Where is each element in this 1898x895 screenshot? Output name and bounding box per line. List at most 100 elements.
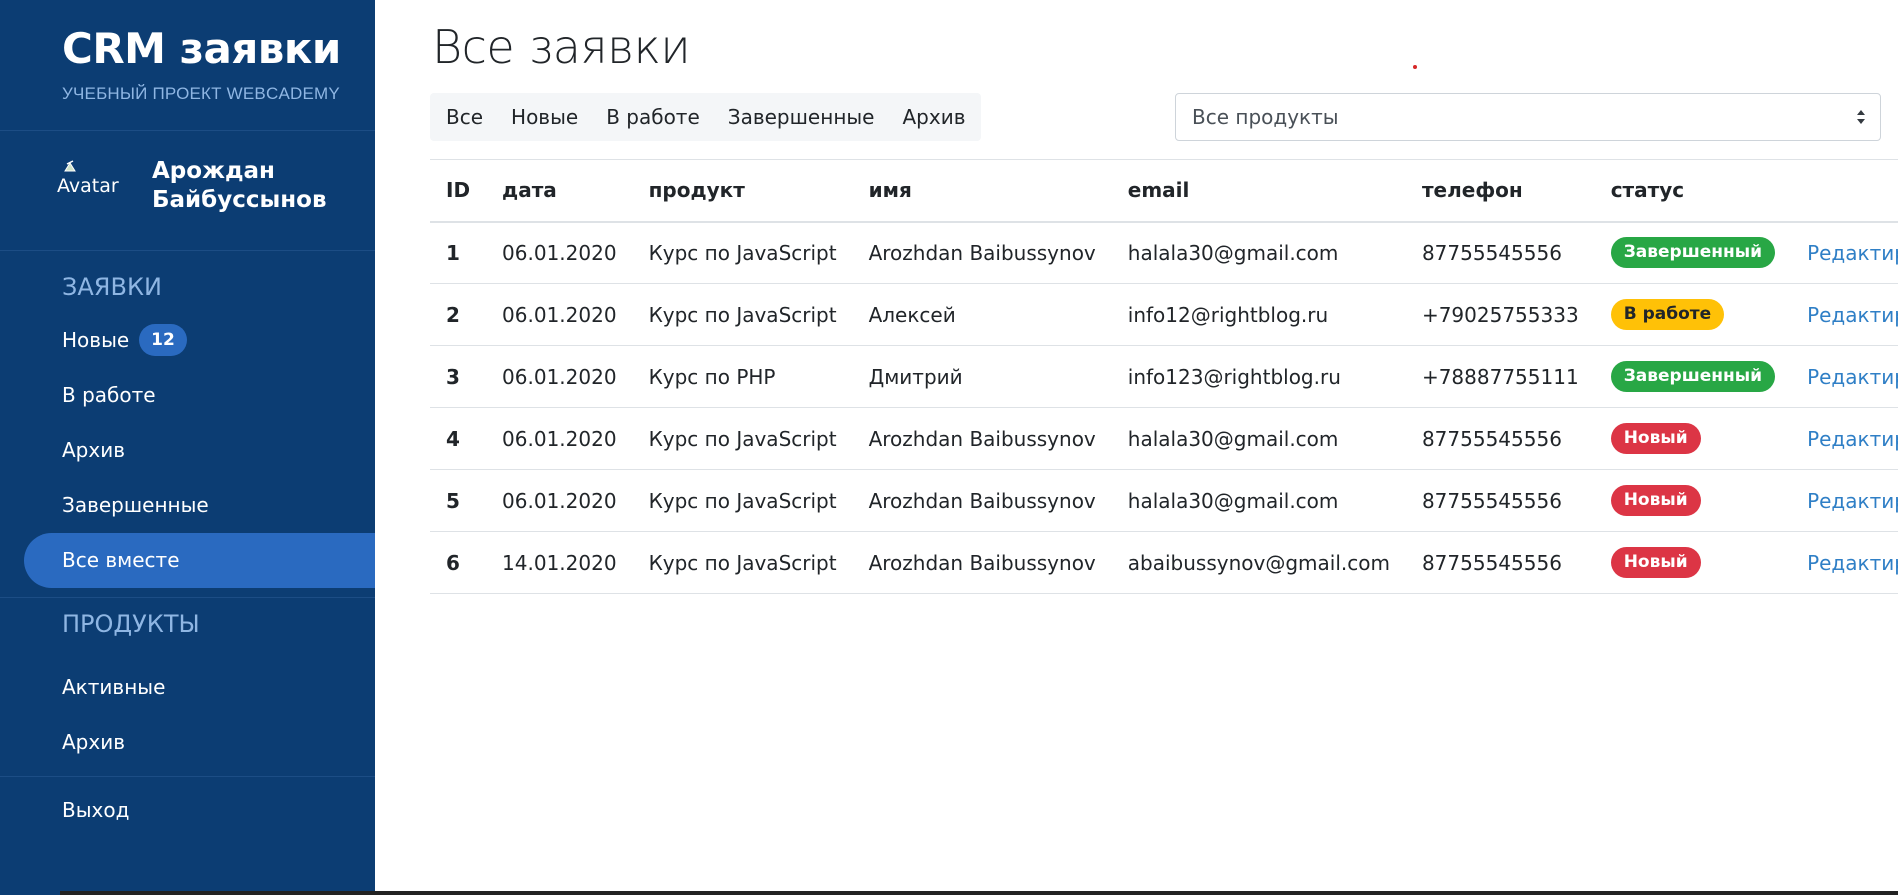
column-header-phone: телефон [1405,159,1595,223]
sidebar-item-in-progress[interactable]: В работе [0,368,375,423]
cell-date: 06.01.2020 [486,407,633,470]
table-row: 4 06.01.2020 Курс по JavaScript Arozhdan Ba… [430,407,1898,470]
avatar-alt-text: Avatar [57,175,119,197]
cell-phone: +79025755333 [1405,283,1595,346]
cell-product: Курс по PHP [632,345,853,408]
cell-date: 06.01.2020 [486,469,633,532]
requests-table: ID дата продукт имя email телефон статус… [430,159,1898,594]
cell-email: halala30@gmail.com [1111,221,1406,284]
cell-id: 1 [430,221,487,284]
column-header-email: email [1111,159,1406,223]
select-arrows-icon [1857,110,1865,124]
cell-status: Новый [1594,407,1792,470]
logout-link[interactable]: Выход [0,783,375,838]
sidebar-item-label: Новые [62,328,130,352]
cell-action: Редактировать [1791,345,1898,408]
user-panel: Avatar Арождан Байбуссынов [0,131,375,251]
cell-name: Arozhdan Baibussynov [852,221,1112,284]
sidebar-item-archive[interactable]: Архив [0,423,375,478]
status-filter-tabs: Все Новые В работе Завершенные Архив [430,93,982,141]
column-header-actions [1791,159,1898,223]
cell-name: Дмитрий [852,345,1112,408]
cell-phone: 87755545556 [1405,531,1595,594]
tab-all[interactable]: Все [432,93,497,141]
status-badge: Новый [1610,547,1701,578]
column-header-product: продукт [632,159,853,223]
sidebar-item-label: Завершенные [62,493,209,517]
cell-id: 5 [430,469,487,532]
cell-date: 06.01.2020 [486,345,633,408]
cell-product: Курс по JavaScript [632,283,853,346]
cell-status: Завершенный [1594,221,1792,284]
status-badge: Новый [1610,423,1701,454]
table-row: 3 06.01.2020 Курс по PHP Дмитрий info123@rig… [430,345,1898,408]
cell-email: info12@rightblog.ru [1111,283,1406,346]
cell-name: Arozhdan Baibussynov [852,531,1112,594]
cell-phone: +78887755111 [1405,345,1595,408]
cell-name: Алексей [852,283,1112,346]
cell-product: Курс по JavaScript [632,469,853,532]
product-select[interactable]: Все продукты [1175,93,1881,141]
table-row: 5 06.01.2020 Курс по JavaScript Arozhdan Ba… [430,469,1898,532]
cell-id: 6 [430,531,487,594]
tab-archive[interactable]: Архив [888,93,979,141]
column-header-status: статус [1594,159,1792,223]
cell-date: 06.01.2020 [486,283,633,346]
cell-phone: 87755545556 [1405,469,1595,532]
edit-link[interactable]: Редактировать [1807,365,1898,389]
edit-link[interactable]: Редактировать [1807,427,1898,451]
brand-title: CRM заявки [62,24,341,73]
cell-product: Курс по JavaScript [632,221,853,284]
cell-action: Редактировать [1791,407,1898,470]
cell-date: 06.01.2020 [486,221,633,284]
cell-phone: 87755545556 [1405,221,1595,284]
edit-link[interactable]: Редактировать [1807,489,1898,513]
sidebar-item-new[interactable]: Новые 12 [0,313,375,368]
brand-subtitle: УЧЕБНЫЙ ПРОЕКТ WEBCADEMY [62,84,340,103]
cell-email: halala30@gmail.com [1111,469,1406,532]
tab-in-progress[interactable]: В работе [592,93,714,141]
bottom-edge [60,891,1898,895]
tab-completed[interactable]: Завершенные [714,93,889,141]
tab-new[interactable]: Новые [497,93,592,141]
cell-email: halala30@gmail.com [1111,407,1406,470]
sidebar-item-label: В работе [62,383,156,407]
broken-image-icon [64,160,76,172]
divider [0,776,375,777]
cell-action: Редактировать [1791,283,1898,346]
edit-link[interactable]: Редактировать [1807,303,1898,327]
cell-action: Редактировать [1791,531,1898,594]
status-badge: Завершенный [1610,361,1776,392]
cell-product: Курс по JavaScript [632,531,853,594]
table-row: 2 06.01.2020 Курс по JavaScript Алексей info… [430,283,1898,346]
sidebar-item-products-archive[interactable]: Архив [0,715,375,770]
status-badge: В работе [1610,299,1725,330]
sidebar-item-label: Архив [62,438,125,462]
cell-status: Завершенный [1594,345,1792,408]
product-select-value: Все продукты [1192,105,1339,129]
cell-phone: 87755545556 [1405,407,1595,470]
cell-product: Курс по JavaScript [632,407,853,470]
avatar: Avatar [57,159,127,203]
table-row: 1 06.01.2020 Курс по JavaScript Arozhdan Ba… [430,221,1898,284]
table-header-row: ID дата продукт имя email телефон статус [430,159,1898,223]
column-header-name: имя [852,159,1112,223]
cell-email: info123@rightblog.ru [1111,345,1406,408]
edit-link[interactable]: Редактировать [1807,241,1898,265]
new-count-badge: 12 [139,323,187,356]
table-row: 6 14.01.2020 Курс по JavaScript Arozhdan Ba… [430,531,1898,594]
sidebar-item-label: Активные [62,675,166,699]
sidebar-item-all[interactable]: Все вместе [24,533,375,588]
cell-email: abaibussynov@gmail.com [1111,531,1406,594]
status-badge: Завершенный [1610,237,1776,269]
sidebar-item-completed[interactable]: Завершенные [0,478,375,533]
section-products: ПРОДУКТЫ [62,610,200,638]
section-requests: ЗАЯВКИ [62,273,162,301]
cell-date: 14.01.2020 [486,531,633,594]
column-header-id: ID [430,159,487,223]
page-title: Все заявки [432,20,691,74]
cell-id: 3 [430,345,487,408]
edit-link[interactable]: Редактировать [1807,551,1898,575]
brand: CRM заявки УЧЕБНЫЙ ПРОЕКТ WEBCADEMY [0,0,375,131]
sidebar-item-products-active[interactable]: Активные [0,660,375,715]
